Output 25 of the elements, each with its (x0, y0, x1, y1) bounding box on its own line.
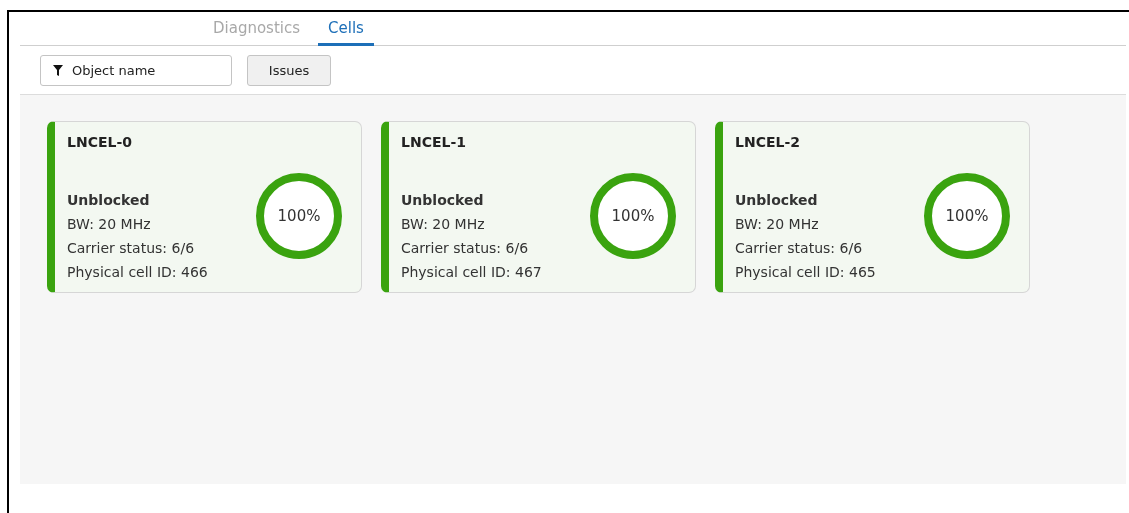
bandwidth-text: BW: 20 MHz (401, 215, 486, 234)
physical-cell-id-text: Physical cell ID: 466 (67, 263, 208, 282)
percent-label: 100% (945, 207, 989, 225)
tab[interactable]: Cells (318, 19, 374, 46)
cell-card[interactable]: LNCEL-2 Unblocked BW: 20 MHz Carrier status: 6/6 Physical cell ID: 465 100% (715, 121, 1030, 293)
bandwidth-text: BW: 20 MHz (67, 215, 152, 234)
percent-label: 100% (277, 207, 321, 225)
carrier-status-text: Carrier status: 6/6 (735, 239, 864, 258)
cell-status: Unblocked (401, 191, 485, 210)
physical-cell-id-text: Physical cell ID: 467 (401, 263, 542, 282)
percent-label: 100% (611, 207, 655, 225)
cell-name: LNCEL-2 (735, 134, 801, 150)
cell-name: LNCEL-1 (401, 134, 467, 150)
filter-field[interactable]: Object name (40, 54, 232, 86)
bandwidth-text: BW: 20 MHz (735, 215, 820, 234)
carrier-status-text: Carrier status: 6/6 (67, 239, 196, 258)
issues-button[interactable]: Issues (247, 54, 331, 86)
filter-icon (53, 64, 63, 76)
cell-card[interactable]: LNCEL-1 Unblocked BW: 20 MHz Carrier status: 6/6 Physical cell ID: 467 100% (381, 121, 696, 293)
physical-cell-id-text: Physical cell ID: 465 (735, 263, 876, 282)
carrier-status-text: Carrier status: 6/6 (401, 239, 530, 258)
cell-card[interactable]: LNCEL-0 Unblocked BW: 20 MHz Carrier status: 6/6 Physical cell ID: 466 100% (47, 121, 362, 293)
cell-name: LNCEL-0 (67, 134, 133, 150)
cell-status: Unblocked (735, 191, 819, 210)
cell-status: Unblocked (67, 191, 151, 210)
